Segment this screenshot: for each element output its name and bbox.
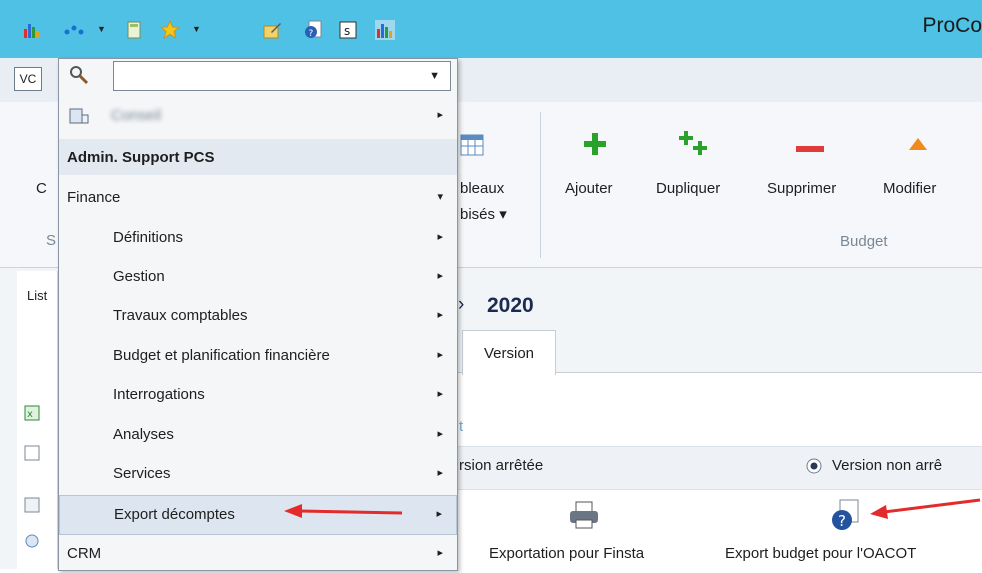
vc-button[interactable]: VC <box>14 67 42 91</box>
chevron-right-icon: ▸ <box>437 309 443 321</box>
chevron-right-icon: ▸ <box>437 109 443 121</box>
menu-item-services[interactable]: Services ▸ <box>59 455 457 493</box>
chart-icon[interactable] <box>22 20 42 40</box>
tableaux-label[interactable]: bleaux <box>460 180 504 197</box>
menu-item-label: Services <box>113 465 171 482</box>
radio-icon[interactable] <box>806 458 822 478</box>
tab-version[interactable]: Version <box>462 330 556 375</box>
search-input[interactable]: ▼ <box>113 61 451 91</box>
dots-icon[interactable] <box>64 20 84 40</box>
menu-item-label: Définitions <box>113 229 184 246</box>
chevron-right-icon: ▸ <box>437 270 443 282</box>
document-icon[interactable] <box>24 445 40 471</box>
title-bar <box>0 0 982 58</box>
table-icon[interactable] <box>460 134 488 164</box>
chevron-right-icon: ▸ <box>437 388 443 400</box>
menu-item-interrogations[interactable]: Interrogations ▸ <box>59 376 457 414</box>
delete-icon[interactable] <box>796 141 824 158</box>
delete-button[interactable]: Supprimer <box>767 180 836 197</box>
menu-item-conseil[interactable]: Conseil ▸ <box>59 97 457 135</box>
ribbon-left-label: C <box>36 180 47 197</box>
field-fragment: t <box>459 418 464 435</box>
duplicate-button[interactable]: Dupliquer <box>656 180 720 197</box>
script-icon[interactable]: s <box>338 20 358 40</box>
search-icon <box>69 65 89 89</box>
menu-item-label: Gestion <box>113 268 165 285</box>
menu-item-finance[interactable]: Finance ▾ <box>59 179 457 217</box>
radio-version-arretee[interactable]: rsion arrêtée <box>459 457 543 474</box>
excel-icon[interactable]: x <box>24 405 40 425</box>
list-icon[interactable] <box>24 497 40 517</box>
help-icon[interactable]: ? <box>303 20 323 40</box>
chevron-right-icon: ▸ <box>437 231 443 243</box>
chevron-down-icon[interactable]: ▼ <box>192 24 201 34</box>
chevron-right-icon: ▸ <box>436 508 442 520</box>
menu-item-gestion[interactable]: Gestion ▸ <box>59 258 457 296</box>
export-oacot-button[interactable]: Export budget pour l'OACOT <box>725 545 916 562</box>
menu-item-label: Travaux comptables <box>113 307 248 324</box>
svg-text:?: ? <box>309 29 314 39</box>
star-icon[interactable] <box>160 20 180 40</box>
menu-item-travaux[interactable]: Travaux comptables ▸ <box>59 297 457 335</box>
menu-header-admin: Admin. Support PCS <box>59 139 457 175</box>
dropdown-menu: ▼ Conseil ▸ Admin. Support PCS Finance ▾… <box>58 58 458 571</box>
breadcrumb-year: 2020 <box>487 294 534 317</box>
modify-button[interactable]: Modifier <box>883 180 936 197</box>
chevron-down-icon: ▾ <box>437 191 443 203</box>
menu-item-label: Finance <box>67 189 121 206</box>
menu-item-analyses[interactable]: Analyses ▸ <box>59 416 457 454</box>
add-button[interactable]: Ajouter <box>565 180 613 197</box>
chevron-right-icon: ▸ <box>437 467 443 479</box>
chevron-right-icon: ▸ <box>437 349 443 361</box>
menu-item-label: Budget et planification financière <box>113 347 330 364</box>
list-label: List <box>27 288 48 303</box>
export-finsta-button[interactable]: Exportation pour Finsta <box>489 545 644 562</box>
annotation-arrow <box>870 498 981 519</box>
ribbon-left-group: S <box>46 232 57 249</box>
printer-icon[interactable] <box>568 500 600 534</box>
breadcrumb-arrow: › <box>458 294 465 315</box>
building-icon <box>69 107 89 129</box>
svg-text:s: s <box>344 24 350 38</box>
menu-item-label: Interrogations <box>113 386 205 403</box>
menu-item-label: CRM <box>67 545 102 562</box>
menu-search-row: ▼ <box>59 59 457 97</box>
chart-icon[interactable] <box>375 20 395 40</box>
budget-group-label: Budget <box>840 233 888 250</box>
edit-icon[interactable] <box>262 20 282 40</box>
radio-version-non-arretee[interactable]: Version non arrê <box>832 457 942 474</box>
menu-item-label: Conseil <box>111 107 162 124</box>
menu-item-label: Analyses <box>113 426 174 443</box>
chevron-right-icon: ▸ <box>437 428 443 440</box>
annotation-arrow <box>284 504 403 518</box>
menu-item-crm[interactable]: CRM ▸ <box>59 535 457 573</box>
chevron-right-icon: ▸ <box>437 547 443 559</box>
duplicate-icon[interactable] <box>678 130 708 160</box>
gear-icon[interactable] <box>24 533 40 553</box>
calculator-icon[interactable] <box>124 20 144 40</box>
menu-header-label: Admin. Support PCS <box>67 149 215 166</box>
svg-text:x: x <box>27 409 33 420</box>
help-document-icon[interactable]: ? <box>830 498 862 536</box>
ribbon-separator <box>540 112 541 258</box>
chevron-down-icon[interactable]: ▼ <box>97 24 106 34</box>
chevron-down-icon[interactable]: ▼ <box>429 70 440 82</box>
window-title: ProCo <box>922 14 982 37</box>
menu-item-budget[interactable]: Budget et planification financière ▸ <box>59 337 457 375</box>
menu-item-definitions[interactable]: Définitions ▸ <box>59 219 457 257</box>
add-icon[interactable] <box>583 132 607 160</box>
svg-text:?: ? <box>838 512 846 530</box>
menu-item-label: Export décomptes <box>114 506 235 523</box>
modify-icon[interactable] <box>908 137 928 155</box>
tableaux-label-2[interactable]: bisés ▾ <box>460 205 507 223</box>
